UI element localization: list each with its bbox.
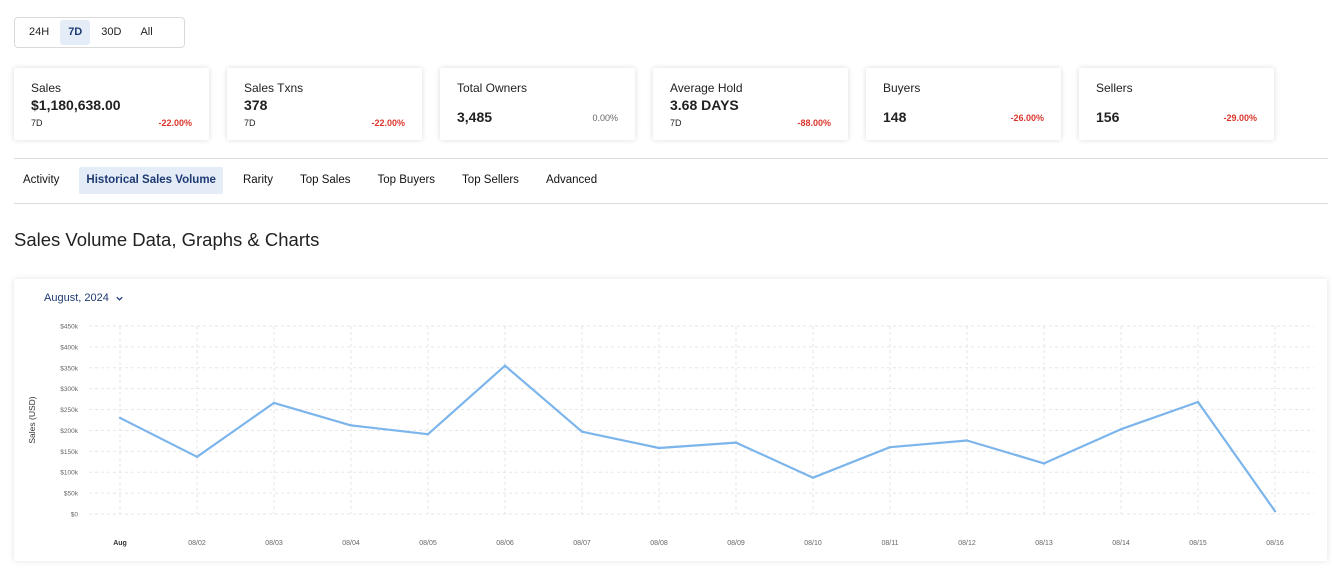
data-point [1196,400,1200,404]
data-point [1273,509,1277,513]
stat-value: 378 [244,97,268,113]
range-button-24h[interactable]: 24H [21,20,57,45]
stat-card-sales-txns: Sales Txns 378 7D -22.00% [227,68,422,140]
x-tick-label: 08/06 [496,540,514,547]
stat-value: 3,485 [457,109,493,125]
x-tick-label: 08/12 [958,540,976,547]
y-axis-label: Sales (USD) [27,396,37,443]
stat-label: Average Hold [670,81,743,95]
stat-label: Total Owners [457,81,528,95]
stat-value: 156 [1096,109,1120,125]
data-point [811,476,815,479]
data-point [503,364,507,367]
stat-card-sellers: Sellers 156 -29.00% [1079,68,1274,140]
stat-period: 7D [244,118,256,128]
data-point [426,433,430,436]
chart-card: August, 2024 $0 $50k $100k $150k $200k $250k $… [14,279,1327,561]
stat-label: Sales Txns [244,81,304,95]
tab-top-sellers[interactable]: Top Sellers [455,167,526,194]
stat-label: Sellers [1096,81,1133,95]
y-tick-label: $250k [60,407,78,414]
section-title: Sales Volume Data, Graphs & Charts [14,229,320,250]
data-point [195,455,199,458]
sales-volume-chart: $0 $50k $100k $150k $200k $250k $300k $350k $400… [27,324,1314,547]
x-tick-label: 08/09 [727,540,745,547]
tab-activity[interactable]: Activity [14,167,66,194]
data-point [734,441,738,444]
stat-period: 7D [670,118,682,128]
series-line [119,364,1276,512]
tab-top-buyers[interactable]: Top Buyers [371,167,443,194]
y-tick-label: $50k [64,491,79,498]
tab-advanced[interactable]: Advanced [539,167,604,194]
x-tick-label: 08/05 [419,540,437,547]
stat-card-buyers: Buyers 148 -26.00% [866,68,1061,140]
stat-label: Sales [31,81,62,95]
time-range-selector: 24H 7D 30D All [14,17,185,48]
stat-change: -29.00% [1223,113,1257,123]
x-tick-label: 08/16 [1266,540,1284,547]
data-point [272,401,276,405]
range-button-all[interactable]: All [132,20,160,45]
x-tick-label: 08/15 [1189,540,1207,547]
x-tick-label: 08/11 [882,540,899,547]
y-tick-label: $200k [60,428,78,435]
x-tick-label: 08/02 [188,540,206,547]
stat-change: -88.00% [797,118,831,128]
divider-top [14,158,1328,159]
y-tick-label: $100k [60,470,78,477]
range-button-30d[interactable]: 30D [93,20,129,45]
data-point [657,446,661,450]
y-tick-label: $150k [60,449,78,456]
range-button-7d[interactable]: 7D [60,20,91,45]
x-tick-label: 08/07 [573,540,591,547]
x-tick-label: 08/04 [342,540,360,547]
stat-change: -22.00% [158,118,192,128]
y-tick-label: $350k [60,365,78,372]
y-tick-label: $450k [60,324,78,331]
y-tick-label: $400k [60,344,78,351]
x-tick-label: 08/03 [265,540,283,547]
stat-value: 3.68 DAYS [670,97,739,113]
stat-card-average-hold: Average Hold 3.68 DAYS 7D -88.00% [653,68,848,140]
stat-card-total-owners: Total Owners 3,485 0.00% [440,68,635,140]
tab-historical-sales-volume[interactable]: Historical Sales Volume [79,167,223,194]
stat-label: Buyers [883,81,921,95]
y-tick-label: $300k [60,386,78,393]
tab-bar: Activity Historical Sales Volume Rarity Top… [14,167,617,194]
stat-card-sales: Sales $1,180,638.00 7D -22.00% [14,68,209,140]
x-tick-label: 08/14 [1112,540,1130,547]
x-tick-label: 08/08 [650,540,668,547]
data-point [118,416,122,420]
divider-bottom [14,203,1328,204]
x-tick-label: Aug [113,540,127,547]
y-tick-label: $0 [71,512,79,519]
data-point [1042,462,1046,465]
data-point [965,439,969,442]
x-tick-label: 08/10 [804,540,822,547]
stat-change: -26.00% [1010,113,1044,123]
stat-value: 148 [883,109,907,125]
tab-rarity[interactable]: Rarity [236,167,280,194]
stat-value: $1,180,638.00 [31,97,121,113]
stat-period: 7D [31,118,43,128]
data-point [1119,427,1123,431]
tab-top-sales[interactable]: Top Sales [293,167,358,194]
data-point [349,424,353,427]
x-tick-label: 08/13 [1035,540,1053,547]
stat-change: -22.00% [371,118,405,128]
data-point [580,430,584,433]
data-point [888,445,892,449]
stat-change: 0.00% [592,113,618,123]
